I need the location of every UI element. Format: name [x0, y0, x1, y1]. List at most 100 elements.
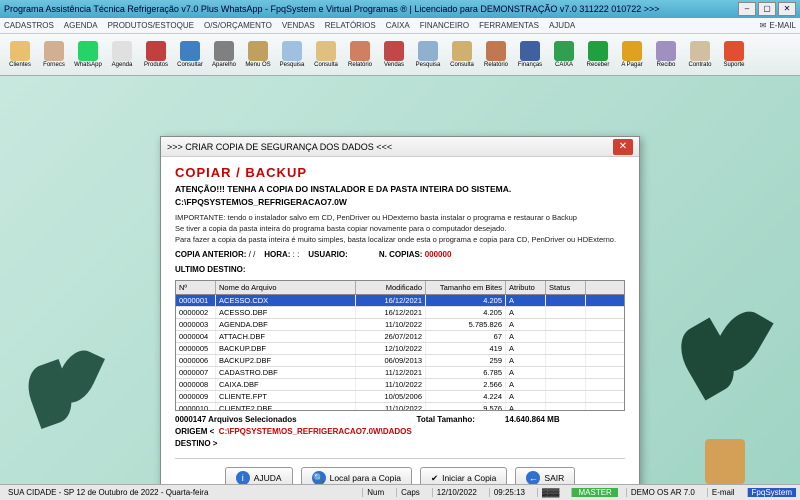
toolbar-icon: [588, 41, 608, 61]
toolbar-label: Recibo: [657, 62, 676, 68]
toolbar-icon: [384, 41, 404, 61]
table-row[interactable]: 0000001ACESSO.CDX16/12/20214.205A: [176, 295, 624, 307]
toolbar-clientes[interactable]: Clientes: [4, 36, 36, 74]
menu-produtos[interactable]: PRODUTOS/ESTOQUE: [108, 21, 194, 30]
toolbar-icon: [112, 41, 132, 61]
toolbar-label: Consulta: [314, 62, 338, 68]
toolbar-relatório[interactable]: Relatório: [344, 36, 376, 74]
status-numlock: Num: [362, 488, 388, 497]
toolbar-label: A Pagar: [621, 62, 642, 68]
toolbar-fornecs[interactable]: Fornecs: [38, 36, 70, 74]
status-demo: DEMO OS AR 7.0: [626, 488, 699, 497]
toolbar-recibo[interactable]: Recibo: [650, 36, 682, 74]
toolbar-pesquisa[interactable]: Pesquisa: [412, 36, 444, 74]
table-row[interactable]: 0000010CLIENTE2.DBF11/10/20229.576A: [176, 403, 624, 410]
menu-cadastros[interactable]: CADASTROS: [4, 21, 54, 30]
dialog-info-2: Se tiver a copia da pasta inteira do pro…: [175, 224, 625, 233]
toolbar-label: Agenda: [112, 62, 133, 68]
dialog-close-button[interactable]: ✕: [613, 139, 633, 155]
file-grid[interactable]: Nº Nome do Arquivo Modificado Tamanho em…: [175, 280, 625, 411]
grid-header: Nº Nome do Arquivo Modificado Tamanho em…: [176, 281, 624, 295]
toolbar-consultar[interactable]: Consultar: [174, 36, 206, 74]
sair-button[interactable]: ←SAIR: [515, 467, 575, 484]
toolbar-finanças[interactable]: Finanças: [514, 36, 546, 74]
toolbar-icon: [724, 41, 744, 61]
status-date: 12/10/2022: [432, 488, 481, 497]
exit-icon: ←: [526, 471, 540, 484]
dialog-info-3: Para fazer a copia da pasta inteira é mu…: [175, 235, 625, 244]
menu-caixa[interactable]: CAIXA: [386, 21, 410, 30]
menu-financeiro[interactable]: FINANCEIRO: [420, 21, 469, 30]
toolbar-pesquisa[interactable]: Pesquisa: [276, 36, 308, 74]
toolbar-label: Produtos: [144, 62, 168, 68]
toolbar-icon: [78, 41, 98, 61]
toolbar-label: Fornecs: [43, 62, 65, 68]
menu-os[interactable]: O/S/ORÇAMENTO: [204, 21, 272, 30]
toolbar-contrato[interactable]: Contrato: [684, 36, 716, 74]
decor-plant-left: [20, 304, 110, 484]
toolbar-label: Pesquisa: [280, 62, 305, 68]
status-user: MASTER: [571, 488, 617, 497]
toolbar-a pagar[interactable]: A Pagar: [616, 36, 648, 74]
toolbar-whatsapp[interactable]: WhatsApp: [72, 36, 104, 74]
toolbar-consulta[interactable]: Consulta: [310, 36, 342, 74]
close-window-button[interactable]: ✕: [778, 2, 796, 16]
toolbar-icon: [214, 41, 234, 61]
window-title: Programa Assistência Técnica Refrigeraçã…: [4, 4, 738, 14]
iniciar-copia-button[interactable]: ✔Iniciar a Copia: [420, 467, 507, 484]
menu-ferramentas[interactable]: FERRAMENTAS: [479, 21, 539, 30]
dialog-info-1: IMPORTANTE: tendo o instalador salvo em …: [175, 213, 625, 222]
status-fpq[interactable]: FpqSystem: [747, 488, 796, 497]
toolbar-label: Consultar: [177, 62, 203, 68]
status-bar: SUA CIDADE - SP 12 de Outubro de 2022 - …: [0, 484, 800, 500]
toolbar-menu os[interactable]: Menu OS: [242, 36, 274, 74]
toolbar-produtos[interactable]: Produtos: [140, 36, 172, 74]
toolbar-icon: [554, 41, 574, 61]
status-time: 09:25:13: [489, 488, 529, 497]
local-copia-button[interactable]: 🔍Local para a Copia: [301, 467, 412, 484]
toolbar-icon: [452, 41, 472, 61]
table-row[interactable]: 0000007CADASTRO.DBF11/12/20216.785A: [176, 367, 624, 379]
menu-ajuda[interactable]: AJUDA: [549, 21, 575, 30]
minimize-button[interactable]: –: [738, 2, 756, 16]
menu-agenda[interactable]: AGENDA: [64, 21, 98, 30]
toolbar-vendas[interactable]: Vendas: [378, 36, 410, 74]
table-row[interactable]: 0000008CAIXA.DBF11/10/20222.566A: [176, 379, 624, 391]
toolbar-label: Consulta: [450, 62, 474, 68]
table-row[interactable]: 0000009CLIENTE.FPT10/05/20064.224A: [176, 391, 624, 403]
toolbar-caixa[interactable]: CAIXA: [548, 36, 580, 74]
status-capslock: Caps: [396, 488, 424, 497]
search-icon: 🔍: [312, 471, 326, 484]
table-row[interactable]: 0000006BACKUP2.DBF06/09/2013259A: [176, 355, 624, 367]
table-row[interactable]: 0000002ACESSO.DBF16/12/20214.205A: [176, 307, 624, 319]
menu-vendas[interactable]: VENDAS: [282, 21, 315, 30]
backup-dialog: >>> CRIAR COPIA DE SEGURANÇA DOS DADOS <…: [160, 136, 640, 484]
status-date-text: SUA CIDADE - SP 12 de Outubro de 2022 - …: [4, 488, 354, 497]
info-icon: i: [236, 471, 250, 484]
toolbar-suporte[interactable]: Suporte: [718, 36, 750, 74]
toolbar-label: Vendas: [384, 62, 404, 68]
toolbar-consulta[interactable]: Consulta: [446, 36, 478, 74]
toolbar-agenda[interactable]: Agenda: [106, 36, 138, 74]
status-email[interactable]: E-mail: [707, 488, 739, 497]
table-row[interactable]: 0000004ATTACH.DBF26/07/201267A: [176, 331, 624, 343]
toolbar-relatório[interactable]: Relatório: [480, 36, 512, 74]
toolbar-icon: [656, 41, 676, 61]
toolbar-label: Contrato: [688, 62, 711, 68]
ajuda-button[interactable]: iAJUDA: [225, 467, 293, 484]
toolbar-icon: [520, 41, 540, 61]
main-menubar: CADASTROS AGENDA PRODUTOS/ESTOQUE O/S/OR…: [0, 18, 800, 34]
main-toolbar: Clientes Fornecs WhatsApp Agenda Produtos Con…: [0, 34, 800, 76]
toolbar-receber[interactable]: Receber: [582, 36, 614, 74]
toolbar-label: Suporte: [723, 62, 744, 68]
table-row[interactable]: 0000003AGENDA.DBF11/10/20225.785.826A: [176, 319, 624, 331]
email-menu[interactable]: ✉ E-MAIL: [760, 21, 796, 30]
toolbar-label: Menu OS: [245, 62, 270, 68]
decor-plant-right: [680, 264, 770, 484]
maximize-button[interactable]: ▢: [758, 2, 776, 16]
toolbar-aparelho[interactable]: Aparelho: [208, 36, 240, 74]
toolbar-icon: [486, 41, 506, 61]
toolbar-icon: [248, 41, 268, 61]
table-row[interactable]: 0000005BACKUP.DBF12/10/2022419A: [176, 343, 624, 355]
menu-relatorios[interactable]: RELATÓRIOS: [325, 21, 376, 30]
